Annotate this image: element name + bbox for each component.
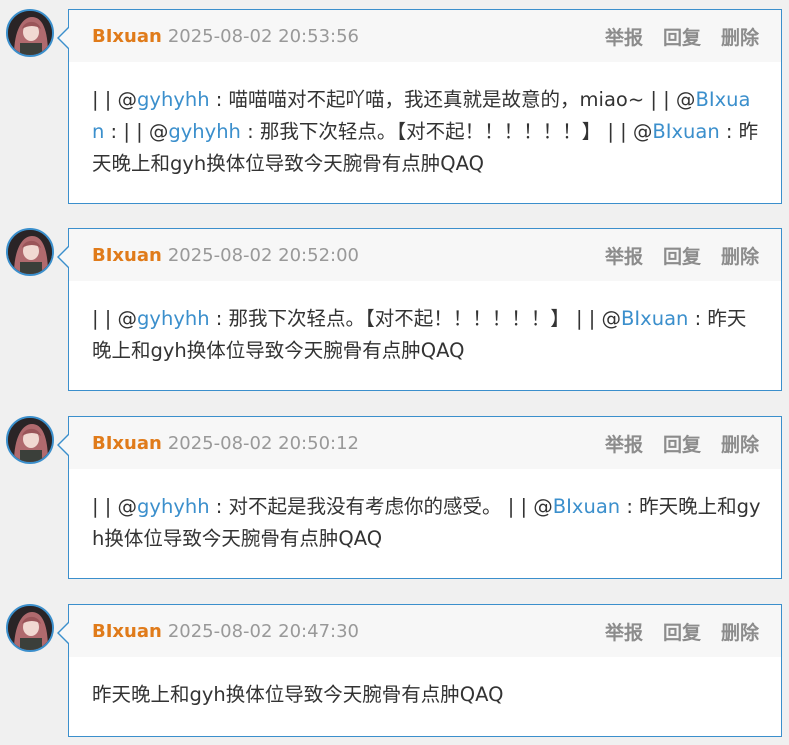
report-button[interactable]: 举报 — [605, 23, 643, 50]
mention-link[interactable]: gyhyhh — [168, 120, 241, 143]
mention-link[interactable]: BIxuan — [553, 495, 620, 518]
comment-actions: 举报 回复 删除 — [605, 618, 759, 645]
timestamp: 2025-08-02 20:53:56 — [167, 25, 359, 47]
timestamp: 2025-08-02 20:52:00 — [167, 244, 359, 266]
timestamp: 2025-08-02 20:47:30 — [167, 620, 359, 642]
delete-button[interactable]: 删除 — [721, 430, 759, 457]
comment-text: : | | @ — [104, 120, 169, 143]
comment-text: : 喵喵喵对不起吖喵，我还真就是故意的，miao~ | | @ — [209, 88, 696, 111]
avatar[interactable] — [6, 604, 54, 652]
avatar-icon — [8, 11, 52, 55]
comment-text: | | @ — [92, 495, 138, 518]
comment-body: | | @gyhyhh : 对不起是我没有考虑你的感受。 | | @BIxuan… — [69, 469, 781, 577]
comment-body: 昨天晚上和gyh换体位导致今天腕骨有点肿QAQ — [69, 657, 781, 733]
pointer-arrow-fill — [59, 27, 70, 49]
avatar-icon — [8, 230, 52, 274]
reply-button[interactable]: 回复 — [663, 430, 701, 457]
username-link[interactable]: BIxuan — [92, 621, 162, 642]
reply-button[interactable]: 回复 — [663, 242, 701, 269]
pointer-arrow-fill — [59, 622, 70, 644]
mention-link[interactable]: gyhyhh — [137, 88, 210, 111]
reply-button[interactable]: 回复 — [663, 618, 701, 645]
comment-box: BIxuan 2025-08-02 20:50:12 举报 回复 删除 | | … — [57, 416, 782, 579]
comment-header: BIxuan 2025-08-02 20:52:00 举报 回复 删除 — [69, 229, 781, 281]
delete-button[interactable]: 删除 — [721, 242, 759, 269]
comment-text: : 那我下次轻点。【对不起！！！！！！】 | | @ — [240, 120, 653, 143]
report-button[interactable]: 举报 — [605, 242, 643, 269]
comment-body: | | @gyhyhh : 喵喵喵对不起吖喵，我还真就是故意的，miao~ | … — [69, 62, 781, 202]
username-link[interactable]: BIxuan — [92, 26, 162, 47]
mention-link[interactable]: gyhyhh — [137, 307, 210, 330]
comment-box: BIxuan 2025-08-02 20:47:30 举报 回复 删除 昨天晚上… — [57, 604, 782, 737]
reply-button[interactable]: 回复 — [663, 23, 701, 50]
comment-actions: 举报 回复 删除 — [605, 430, 759, 457]
comment-actions: 举报 回复 删除 — [605, 242, 759, 269]
delete-button[interactable]: 删除 — [721, 23, 759, 50]
pointer-arrow-fill — [59, 434, 70, 456]
delete-button[interactable]: 删除 — [721, 618, 759, 645]
username-link[interactable]: BIxuan — [92, 245, 162, 266]
avatar-icon — [8, 418, 52, 462]
comment-box: BIxuan 2025-08-02 20:53:56 举报 回复 删除 | | … — [57, 9, 782, 204]
comment-text: 昨天晚上和gyh换体位导致今天腕骨有点肿QAQ — [92, 683, 504, 706]
comment-header: BIxuan 2025-08-02 20:53:56 举报 回复 删除 — [69, 10, 781, 62]
avatar[interactable] — [6, 228, 54, 276]
comment-text: : 那我下次轻点。【对不起！！！！！！】 | | @ — [209, 307, 622, 330]
comment-text: : 对不起是我没有考虑你的感受。 | | @ — [209, 495, 553, 518]
comment-text: | | @ — [92, 88, 138, 111]
report-button[interactable]: 举报 — [605, 430, 643, 457]
comment-header: BIxuan 2025-08-02 20:47:30 举报 回复 删除 — [69, 605, 781, 657]
username-link[interactable]: BIxuan — [92, 433, 162, 454]
avatar[interactable] — [6, 416, 54, 464]
comment-box: BIxuan 2025-08-02 20:52:00 举报 回复 删除 | | … — [57, 228, 782, 391]
mention-link[interactable]: BIxuan — [621, 307, 688, 330]
comment-header: BIxuan 2025-08-02 20:50:12 举报 回复 删除 — [69, 417, 781, 469]
mention-link[interactable]: BIxuan — [652, 120, 719, 143]
comment-body: | | @gyhyhh : 那我下次轻点。【对不起！！！！！！】 | | @BI… — [69, 281, 781, 389]
pointer-arrow-fill — [59, 246, 70, 268]
comment-text: | | @ — [92, 307, 138, 330]
comment-actions: 举报 回复 删除 — [605, 23, 759, 50]
avatar[interactable] — [6, 9, 54, 57]
timestamp: 2025-08-02 20:50:12 — [167, 432, 359, 454]
avatar-icon — [8, 606, 52, 650]
mention-link[interactable]: gyhyhh — [137, 495, 210, 518]
report-button[interactable]: 举报 — [605, 618, 643, 645]
